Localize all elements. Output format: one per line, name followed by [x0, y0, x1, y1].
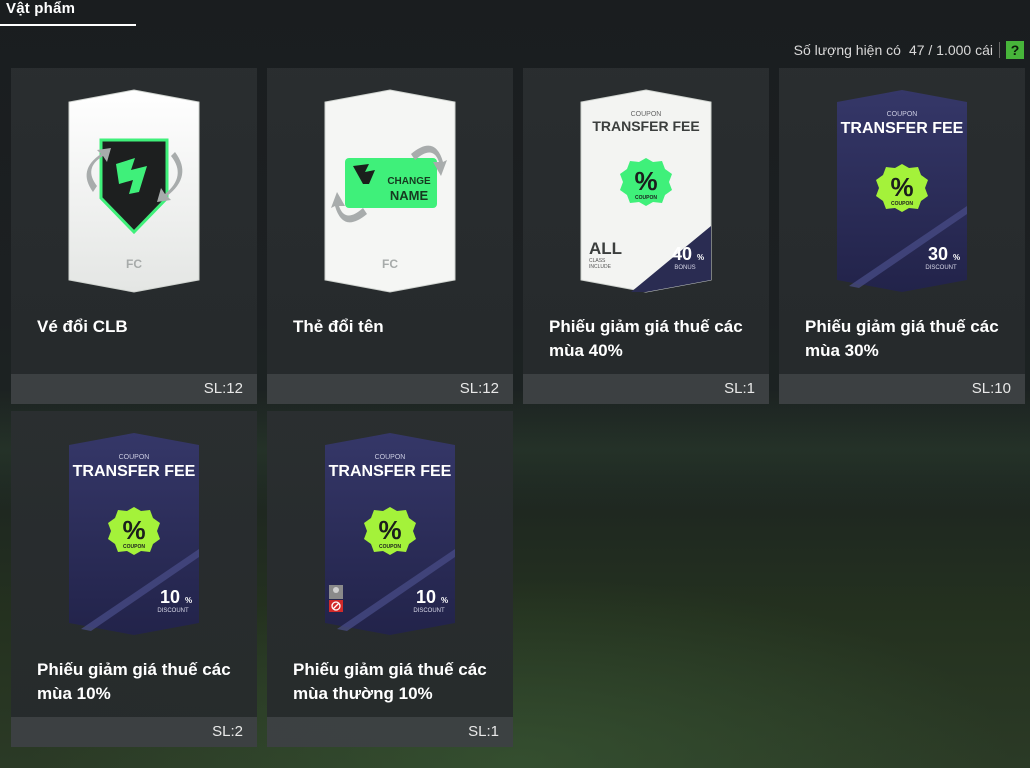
quantity-bar: SL:12 — [11, 374, 257, 404]
transfer-fee-coupon-icon: COUPON TRANSFER FEE % COUPON ALL CLASS I… — [580, 89, 712, 293]
transfer-fee-coupon-icon: COUPON TRANSFER FEE % COUPON 10 % DISCOU… — [325, 433, 455, 635]
discount-label: DISCOUNT — [157, 608, 189, 614]
inventory-count: Số lượng hiện có 47 / 1.000 cái ? — [794, 40, 1024, 60]
percent-icon: % — [122, 515, 145, 545]
item-quantity: SL:12 — [459, 380, 499, 397]
percent-value: 10 — [160, 587, 180, 607]
help-button[interactable]: ? — [1006, 41, 1024, 59]
percent-unit: % — [441, 596, 448, 605]
discount-label: DISCOUNT — [413, 608, 445, 614]
percent-value: 10 — [416, 587, 436, 607]
quantity-bar: SL:1 — [267, 717, 513, 747]
item-quantity: SL:1 — [724, 380, 755, 397]
coupon-badge: COUPON — [123, 544, 145, 550]
percent-icon: % — [634, 166, 657, 196]
item-card-coupon-40[interactable]: COUPON TRANSFER FEE % COUPON ALL CLASS I… — [523, 68, 769, 404]
item-name: Phiếu giảm giá thuế các mùa thường 10% — [293, 660, 487, 703]
item-name: Vé đổi CLB — [37, 317, 128, 336]
percent-value: 30 — [928, 244, 948, 264]
include-label: INCLUDE — [589, 264, 612, 270]
transfer-fee-title: TRANSFER FEE — [841, 120, 964, 137]
percent-icon: % — [890, 172, 913, 202]
quantity-bar: SL:12 — [267, 374, 513, 404]
club-change-ticket-icon: FC — [68, 89, 200, 293]
coupon-badge: COUPON — [379, 544, 401, 550]
svg-text:FC: FC — [382, 257, 398, 271]
all-label: ALL — [589, 239, 622, 258]
item-card-coupon-30[interactable]: COUPON TRANSFER FEE % COUPON 30 % DISCOU… — [779, 68, 1025, 404]
quantity-bar: SL:1 — [523, 374, 769, 404]
item-name: Phiếu giảm giá thuế các mùa 30% — [805, 317, 999, 360]
quantity-bar: SL:10 — [779, 374, 1025, 404]
name-label: NAME — [390, 188, 429, 203]
tab-items[interactable]: Vật phẩm — [0, 0, 136, 26]
item-card-change-name[interactable]: CHANGE NAME FC Thẻ đổi tên SL:12 — [267, 68, 513, 404]
quantity-bar: SL:2 — [11, 717, 257, 747]
coupon-label: COUPON — [375, 454, 406, 461]
transfer-fee-coupon-icon: COUPON TRANSFER FEE % COUPON 10 % DISCOU… — [69, 433, 199, 635]
change-label: CHANGE — [387, 176, 431, 187]
coupon-label: COUPON — [119, 454, 150, 461]
item-quantity: SL:12 — [203, 380, 243, 397]
transfer-fee-coupon-icon: COUPON TRANSFER FEE % COUPON 30 % DISCOU… — [837, 90, 967, 292]
divider — [999, 42, 1000, 58]
item-name: Phiếu giảm giá thuế các mùa 40% — [549, 317, 743, 360]
percent-unit: % — [185, 596, 192, 605]
item-card-club-ticket[interactable]: FC Vé đổi CLB SL:12 — [11, 68, 257, 404]
change-name-card-icon: CHANGE NAME FC — [324, 89, 456, 293]
item-card-coupon-normal-10[interactable]: COUPON TRANSFER FEE % COUPON 10 % DISCOU… — [267, 411, 513, 747]
item-card-coupon-10[interactable]: COUPON TRANSFER FEE % COUPON 10 % DISCOU… — [11, 411, 257, 747]
item-quantity: SL:2 — [212, 723, 243, 740]
transfer-fee-title: TRANSFER FEE — [592, 118, 699, 134]
item-name: Thẻ đổi tên — [293, 317, 384, 336]
tab-label: Vật phẩm — [6, 0, 76, 17]
coupon-badge: COUPON — [635, 195, 657, 201]
coupon-label: COUPON — [631, 111, 662, 118]
bonus-label: BONUS — [674, 265, 695, 271]
inventory-label: Số lượng hiện có — [793, 42, 901, 58]
percent-value: 40 — [672, 244, 692, 264]
restricted-icon — [329, 585, 343, 612]
coupon-badge: COUPON — [891, 201, 913, 207]
transfer-fee-title: TRANSFER FEE — [73, 463, 196, 480]
percent-icon: % — [378, 515, 401, 545]
item-quantity: SL:1 — [468, 723, 499, 740]
discount-label: DISCOUNT — [925, 265, 957, 271]
inventory-value: 47 / 1.000 cái — [908, 42, 993, 58]
item-quantity: SL:10 — [971, 380, 1011, 397]
item-name: Phiếu giảm giá thuế các mùa 10% — [37, 660, 231, 703]
coupon-label: COUPON — [887, 111, 918, 118]
percent-unit: % — [697, 253, 704, 262]
percent-unit: % — [953, 253, 960, 262]
transfer-fee-title: TRANSFER FEE — [329, 463, 452, 480]
svg-text:FC: FC — [126, 257, 142, 271]
